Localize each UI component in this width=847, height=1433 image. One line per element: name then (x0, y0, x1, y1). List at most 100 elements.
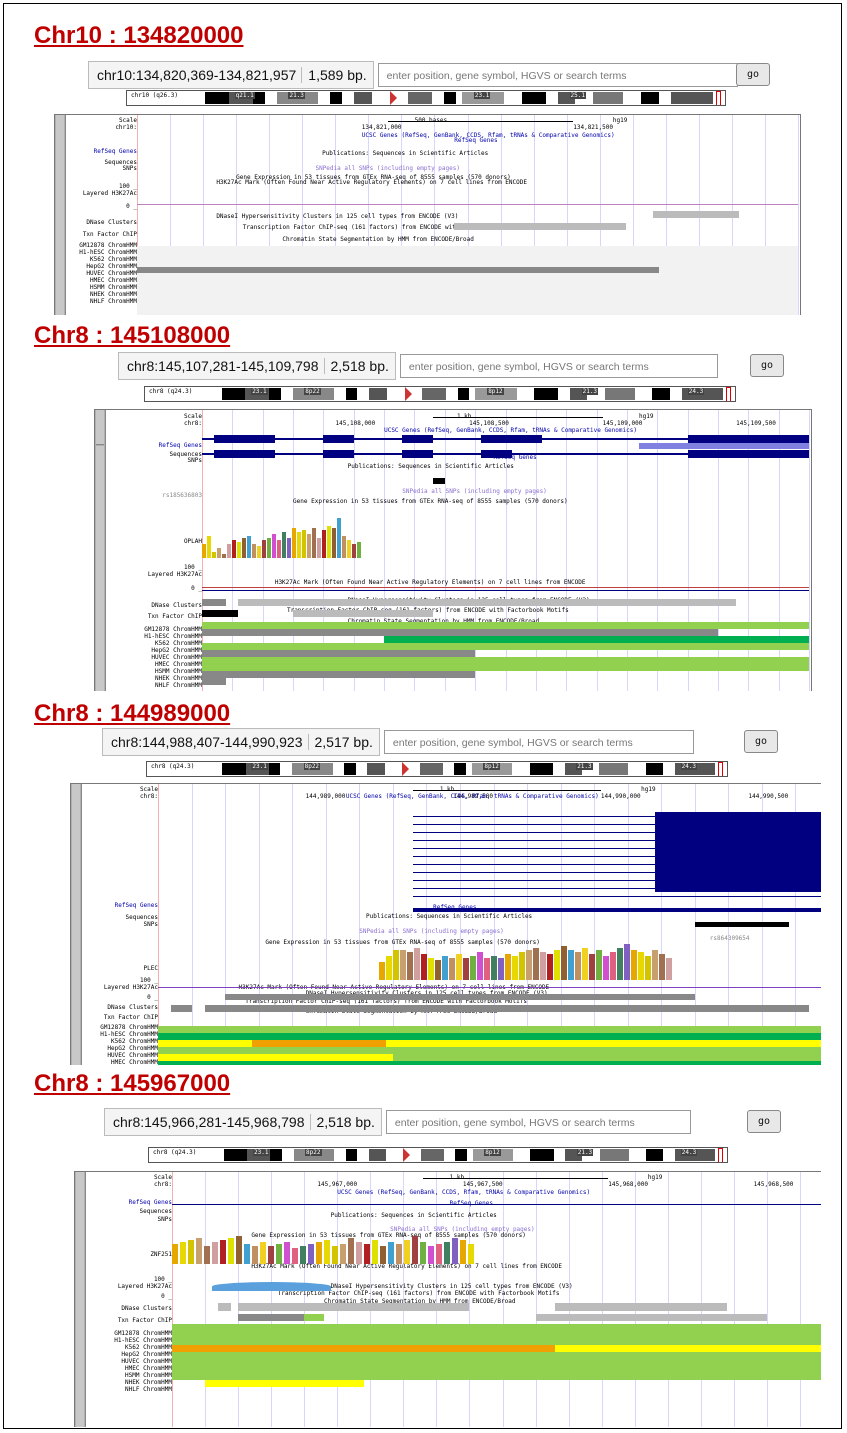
search-input[interactable]: enter position, gene symbol, HGVS or sea… (383, 730, 694, 754)
track-handle[interactable] (76, 1216, 84, 1239)
track-title: DNaseI Hypersensitivity Clusters in 125 … (216, 213, 459, 220)
position-text: chr8:144,988,407-144,990,923 (111, 734, 303, 750)
track-label: RefSeq Genes (128, 1199, 172, 1206)
grid-line (634, 1172, 636, 1427)
expression-bar (292, 1248, 298, 1264)
grid-line (359, 784, 361, 1065)
search-input[interactable]: enter position, gene symbol, HGVS or sea… (399, 354, 718, 378)
track-label: 100 _ (118, 183, 137, 190)
track-label: HMEC ChromHMM (155, 661, 202, 668)
expression-bar (302, 530, 306, 558)
track-label: SNPs (122, 165, 137, 172)
search-input[interactable]: enter position, gene symbol, HGVS or sea… (385, 1110, 691, 1134)
panel-2-heading: Chr8 : 145108000 (34, 322, 231, 349)
track-handle[interactable] (96, 432, 104, 445)
grid-line (238, 1172, 240, 1427)
expression-bar (300, 1246, 306, 1264)
track-title: UCSC Genes (RefSeq, GenBank, CCDS, Rfam,… (337, 1189, 591, 1196)
chromosome-ideogram[interactable]: chr8 (q24.3) 23.1 8p22 8p12 21.3 24.3 (148, 1147, 728, 1163)
track-handle[interactable] (96, 562, 104, 583)
track-feature (172, 1373, 821, 1380)
search-input[interactable]: enter position, gene symbol, HGVS or sea… (377, 63, 738, 87)
track-feature (238, 1303, 470, 1311)
grid-line (799, 1172, 801, 1427)
track-handle[interactable] (72, 784, 80, 807)
ideogram-band-label: 8p22 (305, 1149, 322, 1156)
track-feature (323, 435, 354, 443)
go-button[interactable]: go (744, 730, 778, 753)
grid-line (733, 1172, 735, 1427)
track-feature (202, 678, 227, 685)
track-handle[interactable] (56, 235, 64, 315)
grid-line (292, 784, 294, 1065)
track-handle[interactable] (76, 1238, 84, 1269)
expression-bar (575, 952, 582, 980)
track-feature (535, 1314, 767, 1321)
chromosome-ideogram[interactable]: chr10 (q26.3) q21.1 21.3 23.1 25.1 (126, 90, 726, 106)
ideogram-band-label: 8p22 (303, 763, 321, 770)
expression-bar (407, 952, 414, 980)
track-handle[interactable] (72, 806, 80, 919)
track-display[interactable]: Scale chr10: 500 bases hg19 134,821,000 134,8… (54, 114, 801, 315)
track-handle[interactable] (56, 169, 64, 198)
go-button[interactable]: go (736, 63, 770, 86)
track-handles[interactable] (55, 115, 66, 315)
coordinate-label: 134,821,500 (573, 124, 613, 131)
expression-bar (237, 542, 241, 558)
track-handle[interactable] (72, 918, 80, 935)
grid-line (700, 1172, 702, 1427)
track-handle[interactable] (96, 410, 104, 433)
track-handle[interactable] (56, 115, 64, 142)
track-handle[interactable] (72, 934, 80, 965)
ideogram-label: chr8 (q24.3) (153, 1149, 197, 1156)
ideogram-band-label: 8p22 (304, 388, 321, 395)
track-feature (158, 1054, 393, 1061)
go-button[interactable]: go (750, 354, 784, 377)
track-label: NHEK ChromHMM (90, 291, 137, 298)
track-display[interactable]: Scale chr8: 1 kb hg19 144,989,000 144,989,500… (70, 783, 821, 1065)
track-handle[interactable] (56, 141, 64, 156)
ideogram-band (345, 388, 358, 400)
expression-bar (540, 952, 547, 980)
track-feature (202, 590, 809, 591)
track-label: Layered H3K27Ac (147, 571, 202, 578)
track-handle[interactable] (96, 476, 104, 497)
track-handle[interactable] (72, 964, 80, 981)
track-display[interactable]: Scale chr8: 1 kb hg19 145,967,000 145,967,500… (74, 1171, 821, 1427)
track-title: H3K27Ac Mark (Often Found Near Active Re… (216, 179, 527, 186)
chromosome-ideogram[interactable]: chr8 (q24.3) 23.1 8p22 8p12 21.3 24.3 (146, 761, 728, 777)
track-handle[interactable] (76, 1268, 84, 1285)
ideogram-band (605, 388, 635, 400)
track-feature (293, 610, 433, 617)
grid-line (798, 115, 799, 315)
track-handle[interactable] (96, 446, 104, 477)
position-text: chr10:134,820,369-134,821,957 (97, 67, 297, 83)
grid-line (459, 784, 461, 1065)
expression-bar (617, 948, 624, 980)
go-button[interactable]: go (747, 1110, 781, 1133)
track-feature (172, 1204, 821, 1205)
track-handle[interactable] (96, 606, 104, 691)
expression-bar (631, 950, 638, 980)
track-handles[interactable] (95, 410, 106, 691)
track-display[interactable]: Scale chr8: 1 kb hg19 145,108,000 145,108,500… (94, 409, 812, 691)
track-handle[interactable] (72, 1004, 80, 1065)
track-label: K562 ChromHMM (155, 640, 202, 647)
track-feature (238, 1314, 305, 1321)
expression-bar (297, 532, 301, 558)
track-label: 100 _ (183, 564, 202, 571)
track-handle[interactable] (76, 1308, 84, 1427)
track-handles[interactable] (71, 784, 82, 1065)
scale-label: Scale (139, 786, 158, 793)
expression-bar (388, 1242, 394, 1264)
ideogram-band (368, 1149, 386, 1161)
track-handle[interactable] (56, 155, 64, 170)
chromhmm-segment (172, 1345, 556, 1352)
track-handles[interactable] (75, 1172, 86, 1427)
track-handle[interactable] (96, 496, 104, 563)
track-label: GM12878 ChromHMM (100, 1024, 158, 1031)
chromosome-ideogram[interactable]: chr8 (q24.3) 23.1 8p22 8p12 21.3 24.3 (144, 386, 736, 402)
track-title: DNaseI Hypersensitivity Clusters in 125 … (330, 1283, 573, 1290)
track-handle[interactable] (56, 219, 64, 236)
track-handle[interactable] (76, 1172, 84, 1195)
